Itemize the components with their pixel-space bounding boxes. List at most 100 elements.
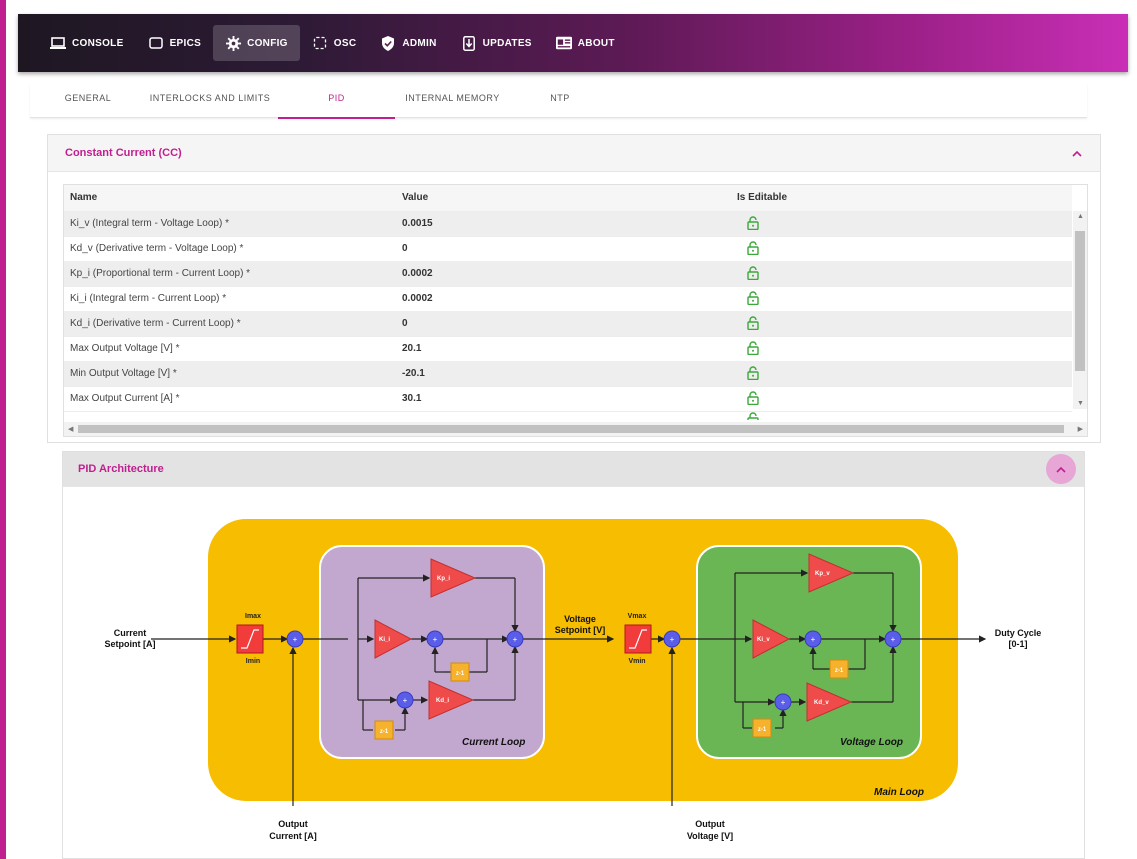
parameter-value[interactable]: 0.0002 [396, 286, 433, 311]
laptop-icon [50, 35, 66, 51]
delay-label: z-1 [758, 727, 767, 733]
pid-panel-title: PID Architecture [78, 463, 164, 475]
nav-admin[interactable]: ADMIN [368, 25, 448, 61]
table-row[interactable]: Ki_v (Integral term - Voltage Loop) * 0.0… [64, 211, 1072, 237]
parameter-name: Kp_i (Proportional term - Current Loop) … [70, 268, 251, 279]
scroll-down-arrow-icon[interactable]: ▼ [1077, 400, 1084, 407]
chevron-up-icon [1056, 466, 1066, 473]
sum-sign: + [781, 698, 786, 707]
sum-sign: + [293, 635, 298, 644]
cc-panel-header[interactable]: Constant Current (CC) [48, 135, 1100, 172]
duty-cycle-label: [0-1] [1008, 639, 1027, 649]
current-loop-label: Current Loop [462, 737, 525, 748]
nav-menu: CONSOLE EPICS CONFIG OSC ADMIN UPDATES A… [38, 14, 627, 72]
unlocked-icon [747, 412, 759, 420]
tab-ntp[interactable]: NTP [530, 84, 590, 117]
chevron-up-icon[interactable] [1068, 144, 1086, 162]
voltage-setpoint-label: Voltage [564, 614, 596, 624]
parameter-value[interactable]: 0 [396, 236, 408, 261]
main-loop-label: Main Loop [874, 787, 924, 798]
nav-console[interactable]: CONSOLE [38, 25, 136, 61]
vertical-scroll-thumb[interactable] [1075, 231, 1085, 371]
parameter-name: Kd_v (Derivative term - Voltage Loop) * [70, 243, 244, 254]
parameter-name: Min Output Voltage [V] * [70, 368, 177, 379]
voltage-loop-label: Voltage Loop [840, 737, 903, 748]
delay-label: z-1 [835, 668, 844, 674]
parameter-value[interactable]: 0 [396, 311, 408, 336]
shield-icon [380, 35, 396, 51]
column-header-is-editable[interactable]: Is Editable [731, 185, 787, 211]
window-frame [0, 0, 6, 859]
parameter-value[interactable]: 0.0002 [396, 261, 433, 286]
sum-sign: + [513, 635, 518, 644]
scroll-left-arrow-icon[interactable]: ◀ [68, 425, 73, 433]
pid-panel-header[interactable]: PID Architecture [63, 452, 1084, 487]
column-header-name[interactable]: Name [64, 185, 97, 211]
kp-i-label: Kp_i [437, 576, 450, 582]
output-voltage-label: Voltage [V] [687, 831, 733, 841]
nav-osc-label: OSC [333, 37, 357, 49]
unlocked-icon [747, 216, 759, 231]
cc-parameters-table: Name Value Is Editable Ki_v (Integral te… [63, 184, 1088, 437]
ki-v-label: Ki_v [757, 637, 770, 643]
imin-label: Imin [246, 658, 260, 665]
collapse-button[interactable] [1046, 454, 1076, 484]
top-nav-bar: CONSOLE EPICS CONFIG OSC ADMIN UPDATES A… [18, 14, 1128, 72]
pid-architecture-panel: PID Architecture Imax Imin Vmax Vmin + +… [62, 451, 1085, 859]
parameter-value[interactable]: 30.1 [396, 386, 421, 411]
table-row[interactable]: Min Output Voltage [V] * -20.1 [64, 361, 1072, 387]
parameter-name: Kd_i (Derivative term - Current Loop) * [70, 318, 241, 329]
table-header: Name Value Is Editable [64, 185, 1072, 212]
sum-sign: + [403, 696, 408, 705]
table-row[interactable]: Kp_i (Proportional term - Current Loop) … [64, 261, 1072, 287]
scroll-right-arrow-icon[interactable]: ▶ [1078, 425, 1083, 433]
table-row[interactable]: Max Output Voltage [V] * 20.1 [64, 336, 1072, 362]
kd-v-label: Kd_v [814, 700, 829, 706]
table-horizontal-scrollbar[interactable]: ◀ ▶ [64, 422, 1087, 436]
table-row[interactable]: Max Output Current [A] * 30.1 [64, 386, 1072, 412]
nav-admin-label: ADMIN [402, 37, 437, 49]
nav-about-label: ABOUT [577, 37, 615, 49]
unlocked-icon [747, 291, 759, 306]
nav-epics[interactable]: EPICS [136, 25, 214, 61]
horizontal-scroll-thumb[interactable] [78, 425, 1064, 433]
table-row[interactable]: Kd_v (Derivative term - Voltage Loop) * 0 [64, 236, 1072, 262]
vmax-label: Vmax [628, 613, 647, 620]
output-current-label: Current [A] [269, 831, 317, 841]
sum-sign: + [811, 635, 816, 644]
parameter-value[interactable]: 20.1 [396, 336, 421, 361]
nav-about[interactable]: ABOUT [544, 25, 627, 61]
table-vertical-scrollbar[interactable]: ▲ ▼ [1073, 211, 1087, 409]
table-row[interactable]: Kd_i (Derivative term - Current Loop) * 0 [64, 311, 1072, 337]
delay-label: z-1 [380, 729, 389, 735]
parameter-name: Ki_v (Integral term - Voltage Loop) * [70, 218, 229, 229]
tab-general[interactable]: GENERAL [48, 84, 128, 117]
tab-interlocks-and-limits[interactable]: INTERLOCKS AND LIMITS [140, 84, 280, 117]
imax-label: Imax [245, 613, 261, 620]
voltage-setpoint-label: Setpoint [V] [555, 625, 606, 635]
column-header-value[interactable]: Value [396, 185, 428, 211]
tab-internal-memory[interactable]: INTERNAL MEMORY [395, 84, 510, 117]
sum-sign: + [433, 635, 438, 644]
scroll-up-arrow-icon[interactable]: ▲ [1077, 213, 1084, 220]
nav-epics-label: EPICS [169, 37, 202, 49]
delay-label: z-1 [456, 671, 465, 677]
table-row[interactable]: Ki_i (Integral term - Current Loop) * 0.0… [64, 286, 1072, 312]
unlocked-icon [747, 241, 759, 256]
unlocked-icon [747, 341, 759, 356]
nav-updates[interactable]: UPDATES [449, 25, 544, 61]
cc-panel-title: Constant Current (CC) [65, 147, 182, 159]
current-setpoint-label: Setpoint [A] [105, 639, 156, 649]
download-icon [461, 35, 477, 51]
tab-pid[interactable]: PID [278, 84, 395, 119]
current-setpoint-label: Current [114, 628, 147, 638]
parameter-value[interactable]: -20.1 [396, 361, 425, 386]
constant-current-panel: Constant Current (CC) Name Value Is Edit… [47, 134, 1101, 443]
kd-i-label: Kd_i [436, 698, 449, 704]
unlocked-icon [747, 391, 759, 406]
nav-updates-label: UPDATES [482, 37, 532, 49]
nav-config[interactable]: CONFIG [213, 25, 300, 61]
output-voltage-label: Output [695, 819, 725, 829]
parameter-value[interactable]: 0.0015 [396, 211, 433, 236]
nav-osc[interactable]: OSC [300, 25, 369, 61]
